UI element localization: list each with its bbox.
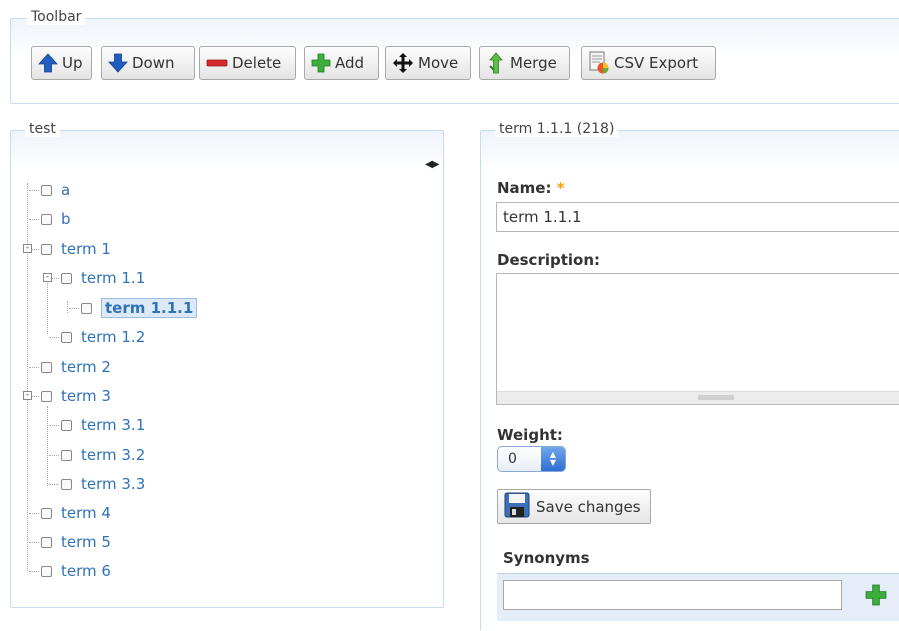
weight-value: 0: [508, 451, 517, 467]
toolbar-legend: Toolbar: [27, 9, 86, 25]
tree-node-label[interactable]: term 4: [61, 504, 111, 522]
node-box-icon[interactable]: [41, 361, 52, 373]
tree-node-term-5[interactable]: term 5: [29, 531, 111, 553]
edit-legend: term 1.1.1 (218): [495, 121, 619, 137]
name-input[interactable]: [496, 202, 899, 232]
arrow-down-icon: [108, 53, 128, 73]
tree-node-label[interactable]: b: [61, 210, 71, 228]
delete-button[interactable]: Delete: [199, 46, 296, 80]
tree-connector: [27, 183, 28, 571]
tree-node-label[interactable]: term 3.1: [81, 416, 145, 434]
merge-icon: [486, 52, 506, 74]
up-button[interactable]: Up: [31, 46, 92, 80]
merge-button-label: Merge: [510, 54, 557, 72]
node-box-icon[interactable]: [41, 213, 52, 225]
tree-node-label[interactable]: term 3: [61, 387, 111, 405]
move-icon: [392, 52, 414, 74]
tree-node-label[interactable]: term 1.1: [81, 269, 145, 287]
toolbar-fieldset: Toolbar Up Down Delete Add Move Merge CS…: [10, 9, 899, 104]
tree-node-b[interactable]: b: [29, 208, 71, 230]
node-box-icon[interactable]: [41, 507, 52, 519]
tree-node-term-3-2[interactable]: term 3.2: [49, 444, 145, 466]
tree-connector: [47, 276, 48, 334]
tree-node-term-3-3[interactable]: term 3.3: [49, 473, 145, 495]
node-box-icon[interactable]: [61, 449, 72, 461]
synonyms-label: Synonyms: [503, 549, 590, 567]
node-box-icon[interactable]: [61, 478, 72, 490]
node-box-icon[interactable]: [41, 390, 52, 402]
floppy-disk-icon: [504, 492, 530, 522]
csv-export-button[interactable]: CSV Export: [581, 46, 716, 80]
tree-node-term-3[interactable]: term 3: [29, 385, 111, 407]
collapse-toggle-icon[interactable]: -: [23, 391, 32, 400]
textarea-resize-grip[interactable]: [497, 391, 899, 404]
select-arrows-icon: ▲ ▼: [541, 447, 565, 471]
name-label: Name: *: [497, 179, 565, 197]
csv-export-button-label: CSV Export: [614, 54, 699, 72]
name-label-text: Name:: [497, 179, 552, 197]
node-box-icon[interactable]: [61, 272, 72, 284]
node-box-icon[interactable]: [61, 419, 72, 431]
synonyms-row: [497, 573, 899, 621]
tree-node-label[interactable]: term 5: [61, 533, 111, 551]
node-box-icon[interactable]: [61, 331, 72, 343]
description-label: Description:: [497, 251, 601, 269]
tree-node-label[interactable]: term 3.3: [81, 475, 145, 493]
tree-node-label[interactable]: term 3.2: [81, 446, 145, 464]
tree-node-term-1-1-1[interactable]: term 1.1.1: [69, 297, 198, 319]
term-edit-panel: term 1.1.1 (218) Name: * Description: We…: [480, 121, 899, 631]
down-button-label: Down: [132, 54, 175, 72]
node-box-icon[interactable]: [41, 565, 52, 577]
resize-arrows-icon[interactable]: ◀▶: [425, 159, 439, 170]
tree-node-term-3-1[interactable]: term 3.1: [49, 414, 145, 436]
collapse-toggle-icon[interactable]: -: [23, 244, 32, 253]
add-button-label: Add: [335, 54, 365, 72]
csv-export-icon: [588, 51, 610, 75]
tree-node-a[interactable]: a: [29, 179, 70, 201]
down-button[interactable]: Down: [101, 46, 195, 80]
tree-node-term-2[interactable]: term 2: [29, 356, 111, 378]
weight-label: Weight:: [497, 426, 563, 444]
tree-connector: [67, 301, 68, 313]
weight-select[interactable]: 0 ▲ ▼: [497, 446, 566, 472]
term-tree-panel: test ◀▶ a b term 1 - term 1.1 - term 1.1…: [10, 121, 444, 608]
node-box-icon[interactable]: [41, 536, 52, 548]
tree-node-term-1-1[interactable]: term 1.1: [49, 267, 145, 289]
minus-icon: [206, 53, 228, 73]
move-button-label: Move: [418, 54, 459, 72]
arrow-up-icon: [38, 53, 58, 73]
node-box-icon[interactable]: [81, 302, 92, 314]
tree-node-label[interactable]: term 1: [61, 240, 111, 258]
tree-node-term-1[interactable]: term 1: [29, 238, 111, 260]
synonym-input[interactable]: [503, 580, 842, 610]
description-textarea[interactable]: [496, 273, 899, 405]
tree-node-label[interactable]: term 2: [61, 358, 111, 376]
tree-node-label[interactable]: term 6: [61, 562, 111, 580]
tree-node-term-6[interactable]: term 6: [29, 560, 111, 582]
tree-node-label[interactable]: a: [61, 181, 70, 199]
add-synonym-plus-icon[interactable]: [865, 584, 887, 610]
tree-node-term-4[interactable]: term 4: [29, 502, 111, 524]
tree-node-term-1-2[interactable]: term 1.2: [49, 326, 145, 348]
delete-button-label: Delete: [232, 54, 282, 72]
merge-button[interactable]: Merge: [479, 46, 570, 80]
node-box-icon[interactable]: [41, 243, 52, 255]
add-button[interactable]: Add: [304, 46, 379, 80]
collapse-toggle-icon[interactable]: -: [43, 273, 52, 282]
move-button[interactable]: Move: [385, 46, 471, 80]
tree-connector: [47, 406, 48, 486]
save-changes-label: Save changes: [536, 497, 641, 516]
node-box-icon[interactable]: [41, 184, 52, 196]
tree-node-label-selected[interactable]: term 1.1.1: [101, 298, 198, 318]
required-marker: *: [556, 179, 565, 197]
plus-icon: [311, 53, 331, 73]
tree-node-label[interactable]: term 1.2: [81, 328, 145, 346]
save-changes-button[interactable]: Save changes: [497, 489, 651, 524]
tree-legend: test: [25, 121, 60, 137]
up-button-label: Up: [62, 54, 83, 72]
